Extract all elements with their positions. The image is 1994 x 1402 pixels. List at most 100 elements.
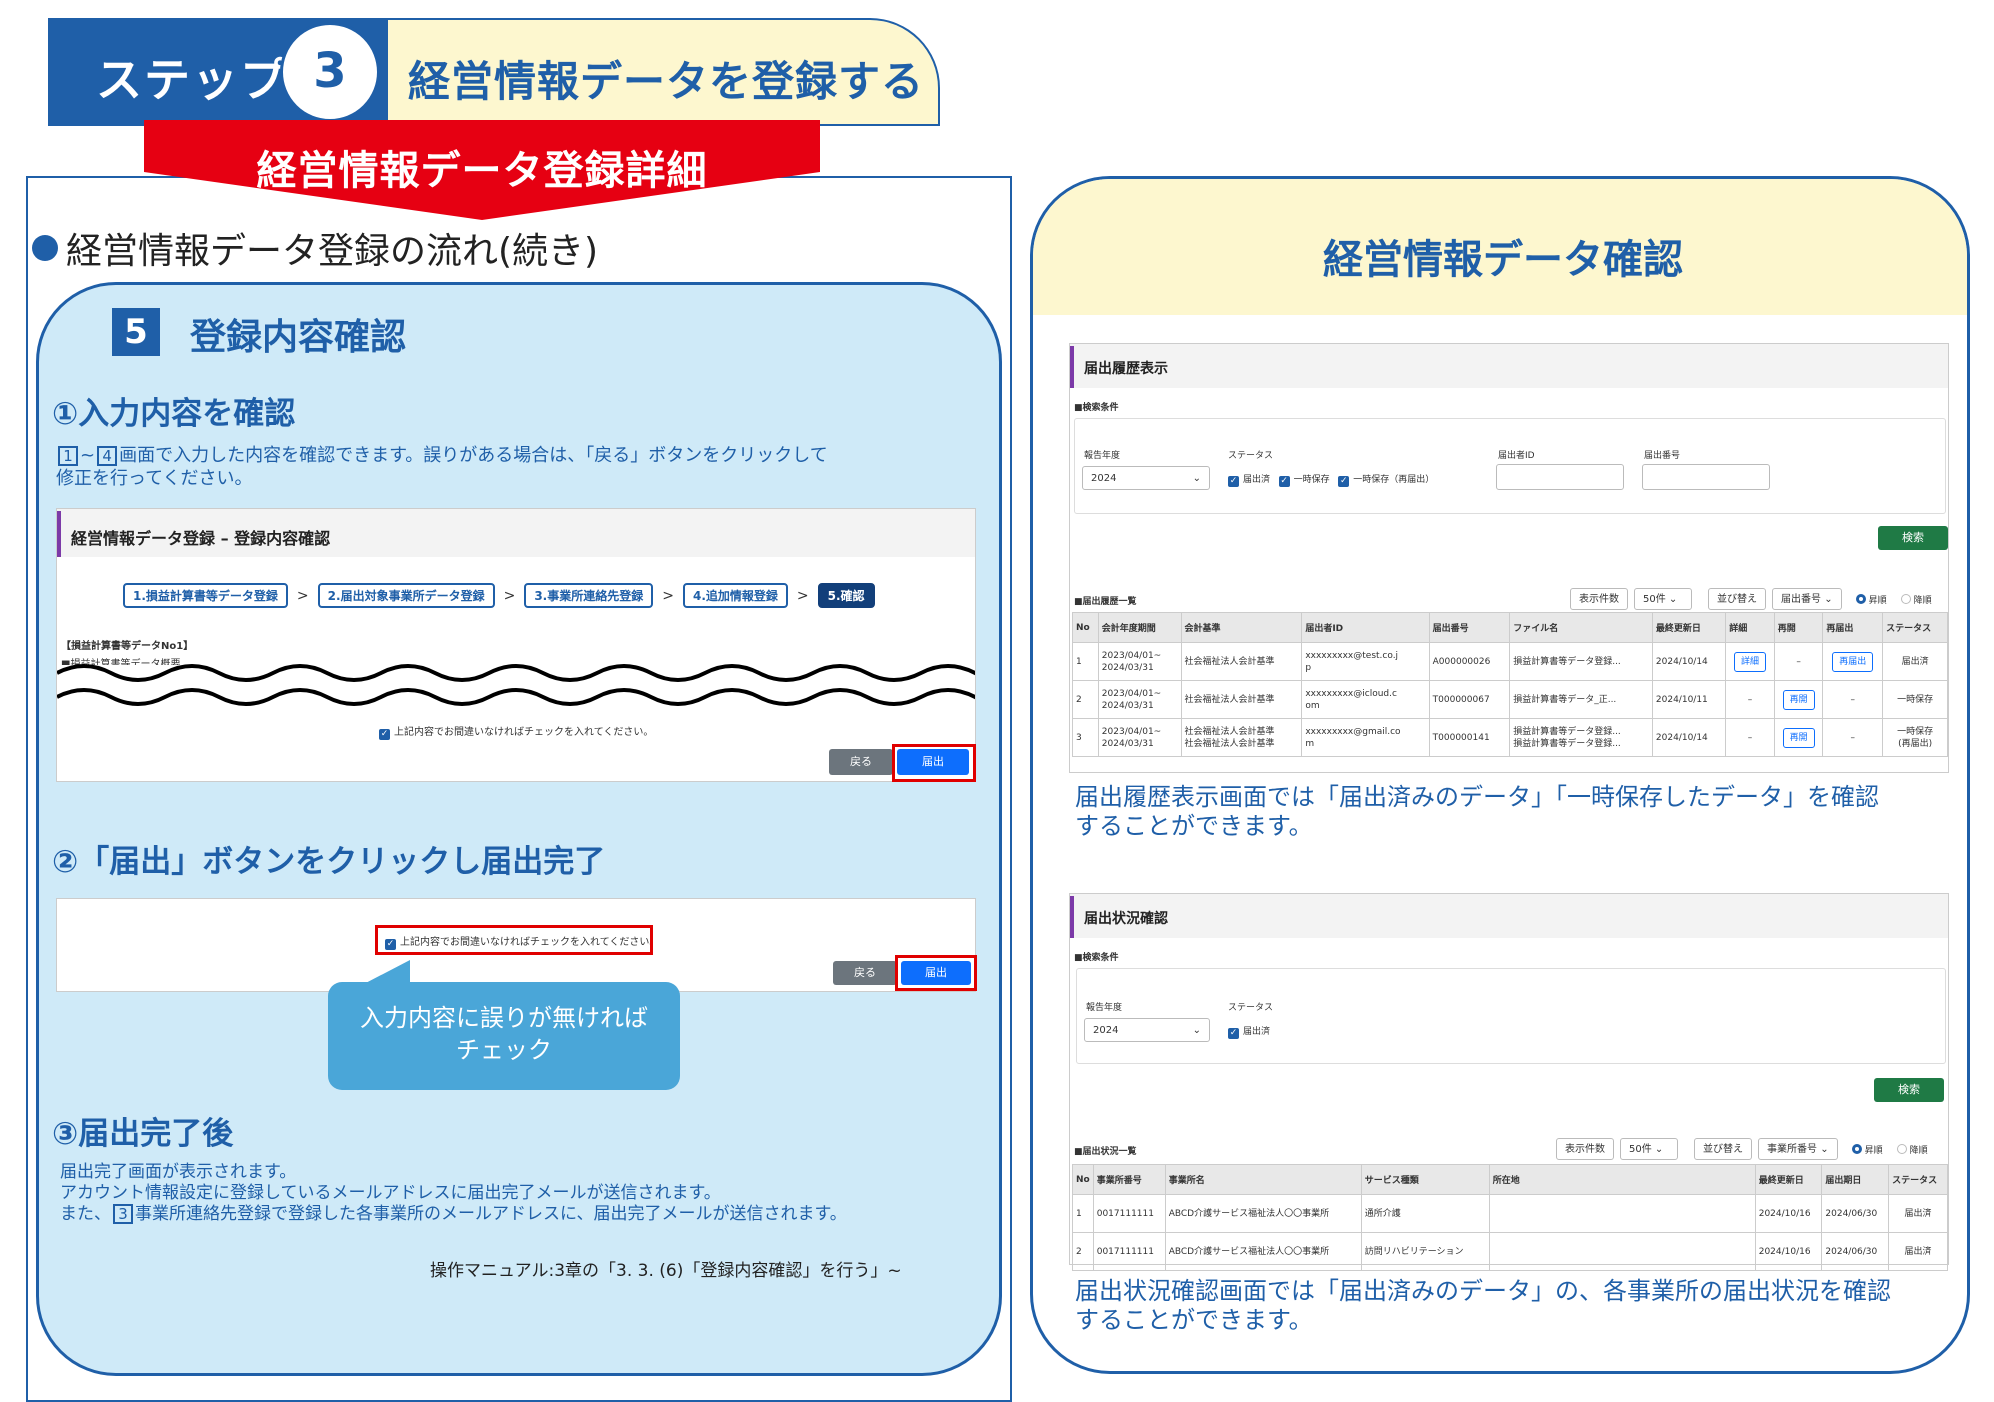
sub1-text: 1 ~4 画面で入力した内容を確認できます。誤りがある場合は、「戻る」ボタンをクリッ… (56, 444, 828, 490)
cell-updated: 2024/10/16 (1754, 1194, 1823, 1233)
history-table: No 会計年度期間 会計基準 届出者ID 届出番号 ファイル名 最終更新日 詳細… (1072, 612, 1948, 757)
desc-label: 降順 (1909, 1145, 1928, 1156)
checkbox-checked-icon[interactable]: ✓ (1228, 1028, 1239, 1039)
refile-button[interactable]: 再届出 (1832, 651, 1874, 672)
confirm-checkbox-label: 上記内容でお間違いなければチェックを入れてください。 (394, 727, 654, 738)
confirm-checkbox-row[interactable]: ✓ 上記内容でお間違いなければチェックを入れてください。 (379, 723, 653, 740)
period-end: 2024/03/31 (1101, 700, 1154, 711)
asc-label: 昇順 (1864, 1145, 1883, 1156)
year-value: 2024 (1091, 473, 1117, 484)
checkbox-checked-icon[interactable]: ✓ (1338, 476, 1350, 487)
cell-no: 1 (1072, 642, 1099, 681)
radio-selected-icon[interactable] (1851, 1143, 1862, 1154)
status-option-1: 届出済 (1243, 475, 1271, 485)
crumb-step3[interactable]: 3.事業所連絡先登録 (524, 583, 654, 608)
checkbox-checked-icon[interactable]: ✓ (379, 729, 390, 740)
col-header: 最終更新日 (1754, 1164, 1823, 1195)
cell-standard: 社会福祉法人会計基準 (1180, 680, 1303, 719)
chevron-down-icon: ⌄ (1668, 594, 1678, 605)
cell-standard: 社会福祉法人会計基準 (1180, 642, 1303, 681)
back-button[interactable]: 戻る (829, 749, 893, 775)
year-select[interactable]: 2024 ⌄ (1082, 466, 1210, 490)
crumb-step5[interactable]: 5.確認 (817, 583, 875, 608)
asc-radio[interactable]: 昇順 (1855, 593, 1887, 606)
cell-name: ABCD介護サービス福祉法人〇〇事業所 (1164, 1194, 1362, 1233)
status-line1: 一時保存 (1897, 726, 1934, 737)
sub1-line1: 画面で入力した内容を確認できます。誤りがある場合は、「戻る」ボタンをクリックして (119, 445, 828, 466)
number-input[interactable] (1642, 464, 1770, 490)
col-header: 再開 (1773, 612, 1824, 643)
radio-empty-icon[interactable] (1896, 1143, 1907, 1154)
status-screen: 届出状況確認 ■検索条件 報告年度 2024 ⌄ ステータス ✓ 届出済 検索 ■届… (1069, 893, 1949, 1271)
count-select[interactable]: 50件 ⌄ (1620, 1138, 1678, 1160)
status-search-button[interactable]: 検索 (1874, 1078, 1944, 1102)
chevron-down-icon: ⌄ (1820, 1144, 1829, 1155)
col-header: 届出期日 (1821, 1164, 1890, 1195)
desc-radio[interactable]: 降順 (1900, 593, 1932, 606)
status-year-label: 報告年度 (1086, 1003, 1123, 1013)
cell-id: xxxxxxxxx@icloud.c om (1301, 680, 1430, 719)
year-label: 報告年度 (1084, 451, 1121, 461)
checkbox-checked-icon[interactable]: ✓ (1278, 476, 1290, 487)
status-header (1070, 894, 1948, 938)
asc-radio[interactable]: 昇順 (1851, 1143, 1883, 1156)
detail-button[interactable]: 詳細 (1734, 651, 1767, 672)
cell-number: T000000141 (1428, 718, 1511, 757)
sort-select[interactable]: 届出番号 ⌄ (1772, 588, 1842, 610)
cell-code: 0017111111 (1092, 1232, 1166, 1271)
sub3-line3: 事業所連絡先登録で登録した各事業所のメールアドレスに、届出完了メールが送信されま… (135, 1204, 847, 1224)
cell-file: 損益計算書等データ登録... 損益計算書等データ登録... (1509, 718, 1653, 757)
col-header: 会計年度期間 (1097, 612, 1182, 643)
checkbox-highlight (375, 925, 653, 955)
section5-number: 5 (112, 308, 160, 356)
standard-line1: 社会福祉法人会計基準 (1184, 694, 1275, 705)
manual-reference: 操作マニュアル:3章の「3. 3. (6)「登録内容確認」を行う」~ (430, 1261, 902, 1281)
resume-button[interactable]: 再開 (1782, 727, 1815, 748)
back-button[interactable]: 戻る (833, 961, 897, 985)
cell-file: 損益計算書等データ登録... (1509, 642, 1653, 681)
tilde: ~ (80, 445, 96, 466)
status-options: ✓ 届出済 ✓ 一時保存 ✓ 一時保存（再届出） (1228, 472, 1434, 487)
col-header: 最終更新日 (1651, 612, 1727, 643)
col-header: No (1072, 612, 1099, 643)
cell-standard: 社会福祉法人会計基準 社会福祉法人会計基準 (1180, 718, 1303, 757)
table-row: 1 0017111111 ABCD介護サービス福祉法人〇〇事業所 通所介護 20… (1072, 1194, 1948, 1233)
status-option-row: ✓ 届出済 (1228, 1024, 1270, 1039)
ref-box-1: 1 (58, 446, 78, 466)
radio-selected-icon[interactable] (1855, 593, 1866, 604)
id-line1: xxxxxxxxx@test.co.j (1305, 650, 1399, 661)
resume-button[interactable]: 再開 (1782, 689, 1815, 710)
crumb-step1[interactable]: 1.損益計算書等データ登録 (123, 583, 288, 608)
omission-wave (57, 664, 975, 706)
checkbox-checked-icon[interactable]: ✓ (1228, 476, 1239, 487)
period-start: 2023/04/01~ (1101, 726, 1162, 737)
status-option-2: 一時保存 (1293, 475, 1330, 485)
period-end: 2024/03/31 (1101, 662, 1154, 673)
search-button[interactable]: 検索 (1878, 526, 1948, 550)
table-header-row: No 会計年度期間 会計基準 届出者ID 届出番号 ファイル名 最終更新日 詳細… (1072, 612, 1948, 643)
crumb-sep: > (662, 587, 674, 604)
cell-due: 2024/06/30 (1821, 1194, 1890, 1233)
radio-empty-icon[interactable] (1900, 593, 1911, 604)
status-year-select[interactable]: 2024 ⌄ (1084, 1018, 1210, 1042)
cell-resume: 再開 (1773, 718, 1824, 757)
cell-refile: 再届出 (1822, 642, 1884, 681)
title-accent (57, 511, 61, 557)
cell-service: 通所介護 (1360, 1194, 1490, 1233)
step-number: 3 (280, 22, 380, 122)
submit-highlight (895, 955, 977, 991)
history-description: 届出履歴表示画面では「届出済みのデータ」「一時保存したデータ」を確認 することが… (1075, 783, 1879, 841)
callout-line2: チェック (456, 1036, 552, 1064)
sub1-line2: 修正を行ってください。 (56, 468, 253, 489)
count-value: 50件 (1629, 1144, 1652, 1155)
crumb-step2[interactable]: 2.届出対象事業所データ登録 (317, 583, 495, 608)
desc-radio[interactable]: 降順 (1896, 1143, 1928, 1156)
crumb-step4[interactable]: 4.追加情報登録 (682, 583, 788, 608)
count-select[interactable]: 50件 ⌄ (1634, 588, 1692, 610)
cell-due: 2024/06/30 (1821, 1232, 1890, 1271)
cell-file: 損益計算書等データ_正... (1509, 680, 1653, 719)
id-input[interactable] (1496, 464, 1624, 490)
cell-resume: – (1773, 642, 1824, 681)
sort-select[interactable]: 事業所番号 ⌄ (1758, 1138, 1838, 1160)
col-header: 届出番号 (1428, 612, 1511, 643)
